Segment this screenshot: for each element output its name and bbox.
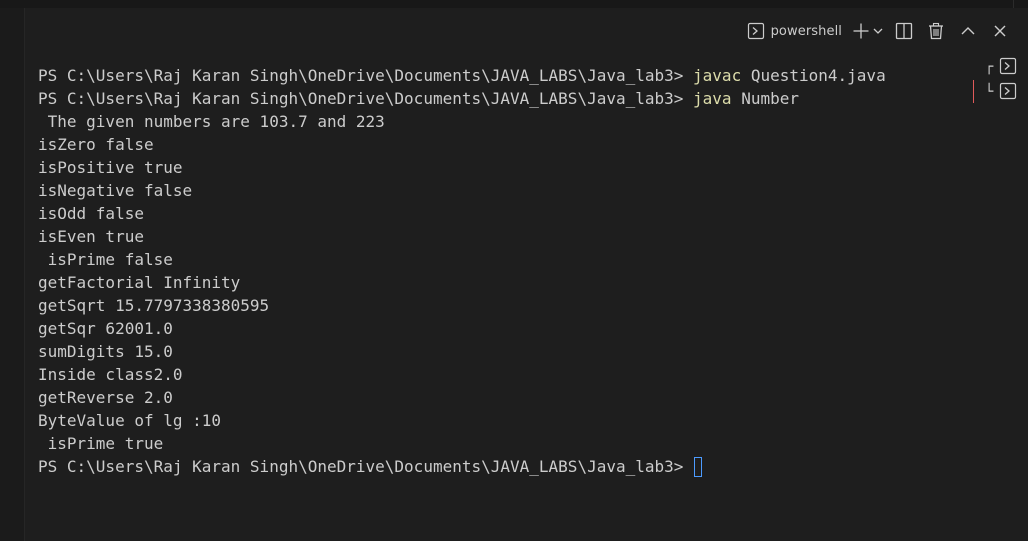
output-text: Inside class2.0 — [38, 365, 183, 384]
terminal-line: The given numbers are 103.7 and 223 — [38, 110, 968, 133]
tree-connector: └ — [985, 83, 994, 100]
terminal-line: PS C:\Users\Raj Karan Singh\OneDrive\Doc… — [38, 87, 968, 110]
tree-connector: ┌ — [985, 58, 994, 75]
terminal-cursor — [694, 456, 703, 477]
kill-terminal-button[interactable] — [920, 18, 952, 44]
output-text: ByteValue of lg :10 — [38, 411, 222, 430]
output-text: isPositive true — [38, 158, 183, 177]
terminal-icon — [999, 57, 1017, 75]
output-text: isPrime false — [38, 250, 173, 269]
terminal-line: PS C:\Users\Raj Karan Singh\OneDrive\Doc… — [38, 64, 968, 87]
split-icon — [895, 22, 913, 40]
terminal-line: isPositive true — [38, 156, 968, 179]
output-text: getSqrt 15.7797338380595 — [38, 296, 270, 315]
chevron-down-icon[interactable] — [872, 22, 884, 40]
command-name: java — [693, 89, 732, 108]
close-panel-button[interactable] — [984, 18, 1016, 44]
terminal-line: Inside class2.0 — [38, 363, 968, 386]
output-text: isOdd false — [38, 204, 144, 223]
terminal-line: getReverse 2.0 — [38, 386, 968, 409]
command-args: Number — [731, 89, 799, 108]
terminal-line: ByteValue of lg :10 — [38, 409, 968, 432]
terminal-selector[interactable]: powershell — [741, 18, 848, 44]
terminal-toolbar: powershell — [741, 18, 1016, 44]
shell-prompt: PS C:\Users\Raj Karan Singh\OneDrive\Doc… — [38, 457, 694, 476]
terminal-line: isEven true — [38, 225, 968, 248]
shell-prompt: PS C:\Users\Raj Karan Singh\OneDrive\Doc… — [38, 66, 694, 85]
close-icon — [991, 22, 1009, 40]
output-text: isNegative false — [38, 181, 193, 200]
output-text: getReverse 2.0 — [38, 388, 173, 407]
plus-icon — [852, 22, 870, 40]
terminal-line: sumDigits 15.0 — [38, 340, 968, 363]
output-text: isPrime true — [38, 434, 164, 453]
split-terminal-button[interactable] — [888, 18, 920, 44]
terminal-line: isOdd false — [38, 202, 968, 225]
output-text: isZero false — [38, 135, 154, 154]
panel-top-strip — [0, 0, 1028, 8]
terminal-tab-item[interactable]: ┌ — [973, 55, 1028, 78]
output-text: isEven true — [38, 227, 144, 246]
terminal-line: isPrime false — [38, 248, 968, 271]
new-terminal-button[interactable] — [848, 18, 888, 44]
chevron-up-icon — [959, 22, 977, 40]
output-text: getSqr 62001.0 — [38, 319, 173, 338]
terminal-line: getSqrt 15.7797338380595 — [38, 294, 968, 317]
terminal-line: isZero false — [38, 133, 968, 156]
divider — [1013, 0, 1014, 8]
command-name: javac — [693, 66, 742, 85]
trash-icon — [927, 22, 945, 40]
left-gutter — [0, 8, 25, 541]
divider — [24, 8, 25, 541]
terminal-output[interactable]: PS C:\Users\Raj Karan Singh\OneDrive\Doc… — [38, 64, 968, 478]
output-text: The given numbers are 103.7 and 223 — [38, 112, 385, 131]
command-args: Question4.java — [741, 66, 886, 85]
terminal-line: isPrime true — [38, 432, 968, 455]
terminal-line: getFactorial Infinity — [38, 271, 968, 294]
terminal-line: getSqr 62001.0 — [38, 317, 968, 340]
terminal-icon — [747, 22, 765, 40]
output-text: getFactorial Infinity — [38, 273, 241, 292]
terminal-tab-list: ┌ └ — [973, 55, 1028, 103]
maximize-panel-button[interactable] — [952, 18, 984, 44]
shell-prompt: PS C:\Users\Raj Karan Singh\OneDrive\Doc… — [38, 89, 694, 108]
terminal-line: PS C:\Users\Raj Karan Singh\OneDrive\Doc… — [38, 455, 968, 478]
terminal-tab-item[interactable]: └ — [973, 80, 1028, 103]
terminal-icon — [999, 82, 1017, 100]
output-text: sumDigits 15.0 — [38, 342, 173, 361]
terminal-line: isNegative false — [38, 179, 968, 202]
terminal-name: powershell — [770, 23, 842, 39]
